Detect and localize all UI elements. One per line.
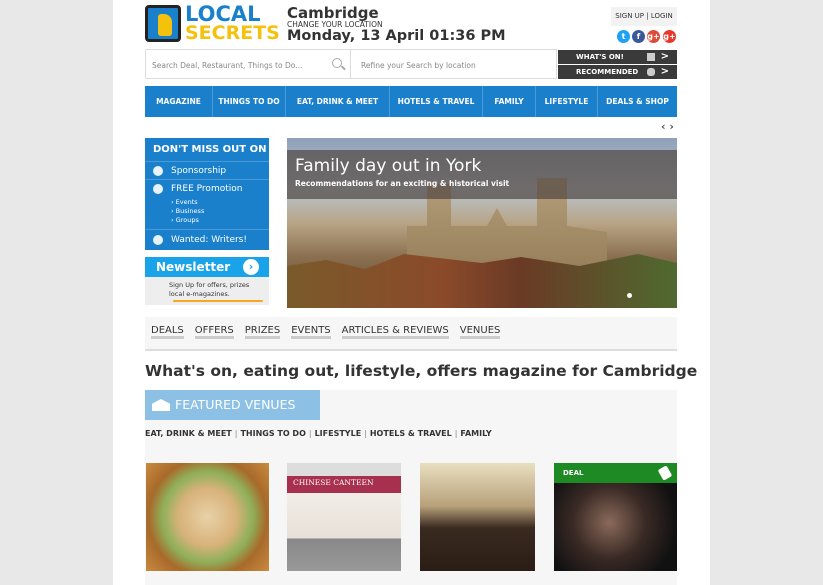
chevron-right-icon: › — [243, 259, 259, 275]
search-placeholder: Search Deal, Restaurant, Things to Do... — [152, 61, 303, 70]
separator: | — [646, 12, 649, 20]
google-plus-icon[interactable]: g+ — [647, 30, 660, 43]
facebook-icon[interactable]: f — [632, 30, 645, 43]
writers-link[interactable]: Wanted: Writers! — [145, 231, 269, 249]
venue-card-dining-room[interactable] — [420, 463, 535, 571]
location-placeholder: Refine your Search by location — [361, 61, 476, 70]
whats-on-label: WHAT'S ON! — [576, 53, 624, 61]
tab-articles-reviews[interactable]: ARTICLES & REVIEWS — [341, 324, 449, 339]
tab-venues[interactable]: VENUES — [459, 324, 501, 339]
featured-venues-header: FEATURED VENUES — [145, 390, 320, 420]
signup-link[interactable]: SIGN UP — [615, 12, 644, 20]
main-nav: MAGAZINE THINGS TO DO EAT, DRINK & MEET … — [145, 86, 677, 117]
tab-deals[interactable]: DEALS — [151, 324, 184, 339]
google-plus-icon-2[interactable]: g+ — [663, 30, 676, 43]
venue-icon — [152, 399, 170, 411]
hero-subtitle: Recommendations for an exciting & histor… — [295, 179, 510, 188]
chevron-right-icon: > — [660, 51, 669, 62]
category-things-to-do[interactable]: THINGS TO DO — [240, 429, 305, 438]
tab-events[interactable]: EVENTS — [291, 324, 331, 339]
nav-lifestyle[interactable]: LIFESTYLE — [536, 86, 598, 117]
logo-mark-icon — [145, 5, 181, 42]
newsletter-title: Newsletter — [156, 260, 231, 274]
promo-events-link[interactable]: › Events — [145, 198, 269, 207]
tab-offers[interactable]: OFFERS — [194, 324, 234, 339]
search-bar: Search Deal, Restaurant, Things to Do...… — [145, 49, 557, 79]
prev-arrow-icon[interactable]: ‹ — [661, 120, 666, 133]
hand-pointer-icon — [647, 68, 655, 76]
featured-title: FEATURED VENUES — [175, 397, 296, 412]
venue-card-dumplings[interactable] — [146, 463, 269, 571]
slide-indicator[interactable] — [627, 293, 632, 298]
hero-title: Family day out in York — [295, 156, 482, 176]
promo-business-link[interactable]: › Business — [145, 207, 269, 216]
category-lifestyle[interactable]: LIFESTYLE — [315, 429, 362, 438]
hero-slide[interactable]: Family day out in York Recommendations f… — [287, 138, 677, 308]
sponsorship-label: Sponsorship — [171, 166, 227, 176]
logo[interactable]: LOCAL SECRETS — [145, 2, 280, 44]
hero-caption: Family day out in York Recommendations f… — [287, 150, 677, 199]
deal-label: DEAL — [563, 469, 584, 477]
next-arrow-icon[interactable]: › — [669, 120, 674, 133]
category-hotels[interactable]: HOTELS & TRAVEL — [370, 429, 452, 438]
account-links: SIGN UP | LOGIN — [611, 7, 677, 26]
recommended-label: RECOMMENDED — [576, 68, 639, 76]
dont-miss-panel: DON'T MISS OUT ON Sponsorship FREE Promo… — [145, 138, 269, 250]
tab-prizes[interactable]: PRIZES — [244, 324, 281, 339]
logo-text-secrets: SECRETS — [185, 22, 280, 44]
login-link[interactable]: LOGIN — [651, 12, 673, 20]
nav-magazine[interactable]: MAGAZINE — [145, 86, 213, 117]
category-family[interactable]: FAMILY — [460, 429, 491, 438]
nav-family[interactable]: FAMILY — [483, 86, 536, 117]
search-icon[interactable] — [332, 58, 342, 68]
deal-badge: DEAL — [554, 463, 677, 483]
nav-things-to-do[interactable]: THINGS TO DO — [213, 86, 286, 117]
promotion-label: FREE Promotion — [171, 184, 243, 194]
canteen-sign: CHINESE CANTEEN — [293, 478, 374, 487]
calendar-icon — [647, 53, 655, 61]
newsletter-signup[interactable]: Newsletter › Sign Up for offers, prizes lo… — [145, 257, 269, 305]
nav-eat-drink-meet[interactable]: EAT, DRINK & MEET — [286, 86, 390, 117]
sponsorship-link[interactable]: Sponsorship — [145, 162, 269, 180]
content-tabs: DEALS OFFERS PRIZES EVENTS ARTICLES & RE… — [145, 317, 677, 351]
venue-card-deal[interactable]: DEAL — [554, 463, 677, 571]
page-heading: What's on, eating out, lifestyle, offers… — [145, 362, 698, 380]
whats-on-button[interactable]: WHAT'S ON! > — [558, 50, 677, 64]
chevron-right-icon: > — [660, 66, 669, 77]
newsletter-text-2: local e-magazines. — [169, 290, 230, 298]
panel-title: DON'T MISS OUT ON — [145, 138, 269, 162]
search-input[interactable]: Search Deal, Restaurant, Things to Do... — [146, 50, 351, 78]
tag-icon — [657, 465, 673, 481]
pen-icon — [153, 235, 163, 245]
chat-icon — [153, 166, 163, 176]
venue-card-chinese-canteen[interactable]: CHINESE CANTEEN — [287, 463, 401, 571]
location-input[interactable]: Refine your Search by location — [351, 50, 556, 78]
pin-icon — [153, 184, 163, 194]
underline-decoration — [173, 300, 263, 302]
newsletter-text-1: Sign Up for offers, prizes — [169, 281, 250, 289]
nav-deals-shop[interactable]: DEALS & SHOP — [598, 86, 677, 117]
category-eat-drink[interactable]: EAT, DRINK & MEET — [145, 429, 232, 438]
free-promotion-link[interactable]: FREE Promotion — [145, 180, 269, 198]
promo-groups-link[interactable]: › Groups — [145, 216, 269, 230]
nav-hotels-travel[interactable]: HOTELS & TRAVEL — [390, 86, 483, 117]
current-datetime: Monday, 13 April 01:36 PM — [287, 28, 506, 44]
venue-categories: EAT, DRINK & MEET | THINGS TO DO | LIFESTYLE… — [145, 429, 492, 438]
slider-arrows: ‹ › — [661, 120, 674, 133]
twitter-icon[interactable]: t — [617, 30, 630, 43]
writers-label: Wanted: Writers! — [171, 235, 247, 245]
recommended-button[interactable]: RECOMMENDED > — [558, 65, 677, 79]
